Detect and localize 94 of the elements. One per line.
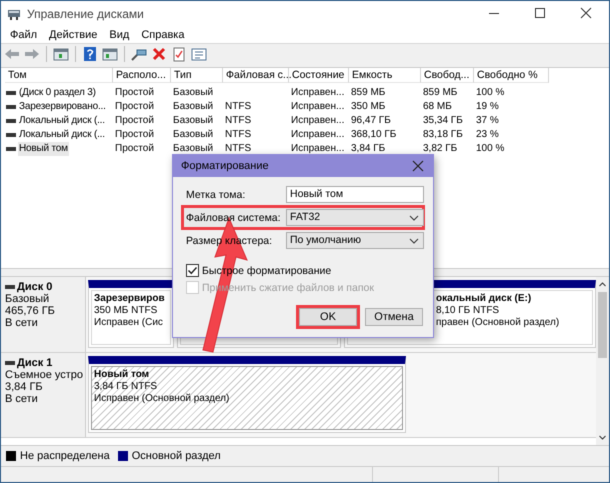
delete-icon[interactable] [150,46,168,62]
table-cell-text: Исправен... [290,128,346,142]
table-cell-text: 68 МБ [422,100,453,114]
legend-label: Основной раздел [132,450,221,462]
dialog-button[interactable]: Отмена [365,308,423,326]
table-cell[interactable]: Локальный диск (... [5,114,113,128]
table-cell[interactable]: (Диск 0 раздел 3) [5,86,113,100]
table-cell-text: NTFS [224,128,252,142]
help-icon[interactable] [81,46,99,62]
disk-detail: В сети [5,317,39,329]
partition-text: правен (Основной раздел) [436,317,560,329]
disk-name: Диск 0 [17,281,52,293]
table-cell-text: 23 % [475,128,500,142]
table-cell-text: NTFS [224,100,252,114]
disk-detail: Съемное устро [5,369,84,381]
scrollbar[interactable] [596,277,609,445]
table-cell-text: 859 МБ [422,86,458,100]
window-title: Управление дисками [27,6,145,20]
table-cell-text: Базовый [172,128,214,142]
table-cell-text: 3,82 ГБ [422,142,458,156]
column-header[interactable]: Емкость [349,68,421,83]
checkbox[interactable] [186,264,199,277]
column-header[interactable]: Располо... [113,68,171,83]
table-cell-text: Исправен... [290,100,346,114]
table-cell[interactable]: Локальный диск (... [5,128,113,142]
menu-item[interactable]: Действие [43,28,104,40]
table-cell-text: Базовый [172,100,214,114]
app-icon [7,8,21,20]
menu-item[interactable]: Файл [4,28,44,40]
menu-item[interactable]: Справка [135,28,190,40]
table-cell-text: 100 % [475,142,506,156]
table-cell[interactable]: Зарезервировано... [5,100,113,114]
table-cell-text: Простой [114,128,155,142]
column-header[interactable]: Состояние [289,68,349,83]
table-cell-text: 19 % [475,100,500,114]
table-cell-text: 100 % [475,86,506,100]
disk-detail: 3,84 ГБ [5,381,44,393]
input-field[interactable]: Новый том [286,186,424,203]
column-header[interactable]: Свободно % [474,68,549,83]
column-header[interactable]: Свобод... [421,68,474,83]
table-cell-text: 3,84 ГБ [350,142,386,156]
table-cell-text: 96,47 ГБ [350,114,392,128]
table-cell[interactable]: Новый том [5,142,113,156]
dialog-title: Форматирование [181,160,269,172]
partition-text: Исправен (Сис [94,317,164,329]
column-header[interactable]: Тип [171,68,223,83]
close-button[interactable] [411,159,425,173]
table-cell-text: Простой [114,114,155,128]
disk-detail: В сети [5,393,39,405]
table-cell-text: Исправен... [290,86,346,100]
chevron-icon [409,238,419,244]
table-cell-text: Простой [114,100,155,114]
disk-detail: 465,76 ГБ [5,305,56,317]
partition-text: Новый том [94,369,150,381]
field-label: Файловая система: [186,212,282,224]
table-cell-text: 859 МБ [350,86,386,100]
table-cell-text: 35,34 ГБ [422,114,464,128]
disk-detail: Базовый [5,293,50,305]
column-header[interactable]: Том [5,68,113,83]
back-icon[interactable] [3,46,21,62]
partition-block[interactable]: Новый том 3,84 ГБ NTFS Исправен (Основной раздел) [88,356,406,433]
partition-text: Зарезервиров [94,293,166,305]
table-cell-text: 368,10 ГБ [350,128,398,142]
partition-block[interactable]: Зарезервиров 350 МБ NTFS Исправен (Сис [88,280,174,348]
partition-text: 3,84 ГБ NTFS [94,381,158,393]
menu-item[interactable]: Вид [103,28,136,40]
legend-label: Не распределена [20,450,110,462]
table-cell-text: Базовый [172,114,214,128]
dropdown[interactable]: FAT32 [286,209,424,226]
table-cell-text: Базовый [172,142,214,156]
table-cell-text: 350 МБ [350,100,386,114]
partition-text: 350 МБ NTFS [94,305,158,317]
table-cell-text: Исправен... [290,142,346,156]
table-cell-text: Простой [114,86,155,100]
panel-icon[interactable] [101,46,119,62]
column-header[interactable]: Файловая с... [223,68,289,83]
table-cell-text: NTFS [224,114,252,128]
properties-icon[interactable] [190,46,208,62]
dialog-button[interactable]: OK [299,308,357,326]
window-icon[interactable] [52,46,70,62]
partition-text: окальный диск (E:) [436,293,532,305]
table-cell-text: Базовый [172,86,214,100]
chevron-icon [409,214,419,220]
table-cell-text: Простой [114,142,155,156]
partition-text: Исправен (Основной раздел) [94,393,230,405]
table-cell-text: NTFS [224,142,252,156]
forward-icon[interactable] [23,46,41,62]
table-cell-text: Исправен... [290,114,346,128]
partition-text: 8,10 ГБ NTFS [436,305,500,317]
field-label: Метка тома: [186,188,246,200]
dropdown[interactable]: По умолчанию [286,232,424,249]
table-cell-text: 83,18 ГБ [422,128,464,142]
disk-name: Диск 1 [17,357,52,369]
table-cell-text: 37 % [475,114,500,128]
